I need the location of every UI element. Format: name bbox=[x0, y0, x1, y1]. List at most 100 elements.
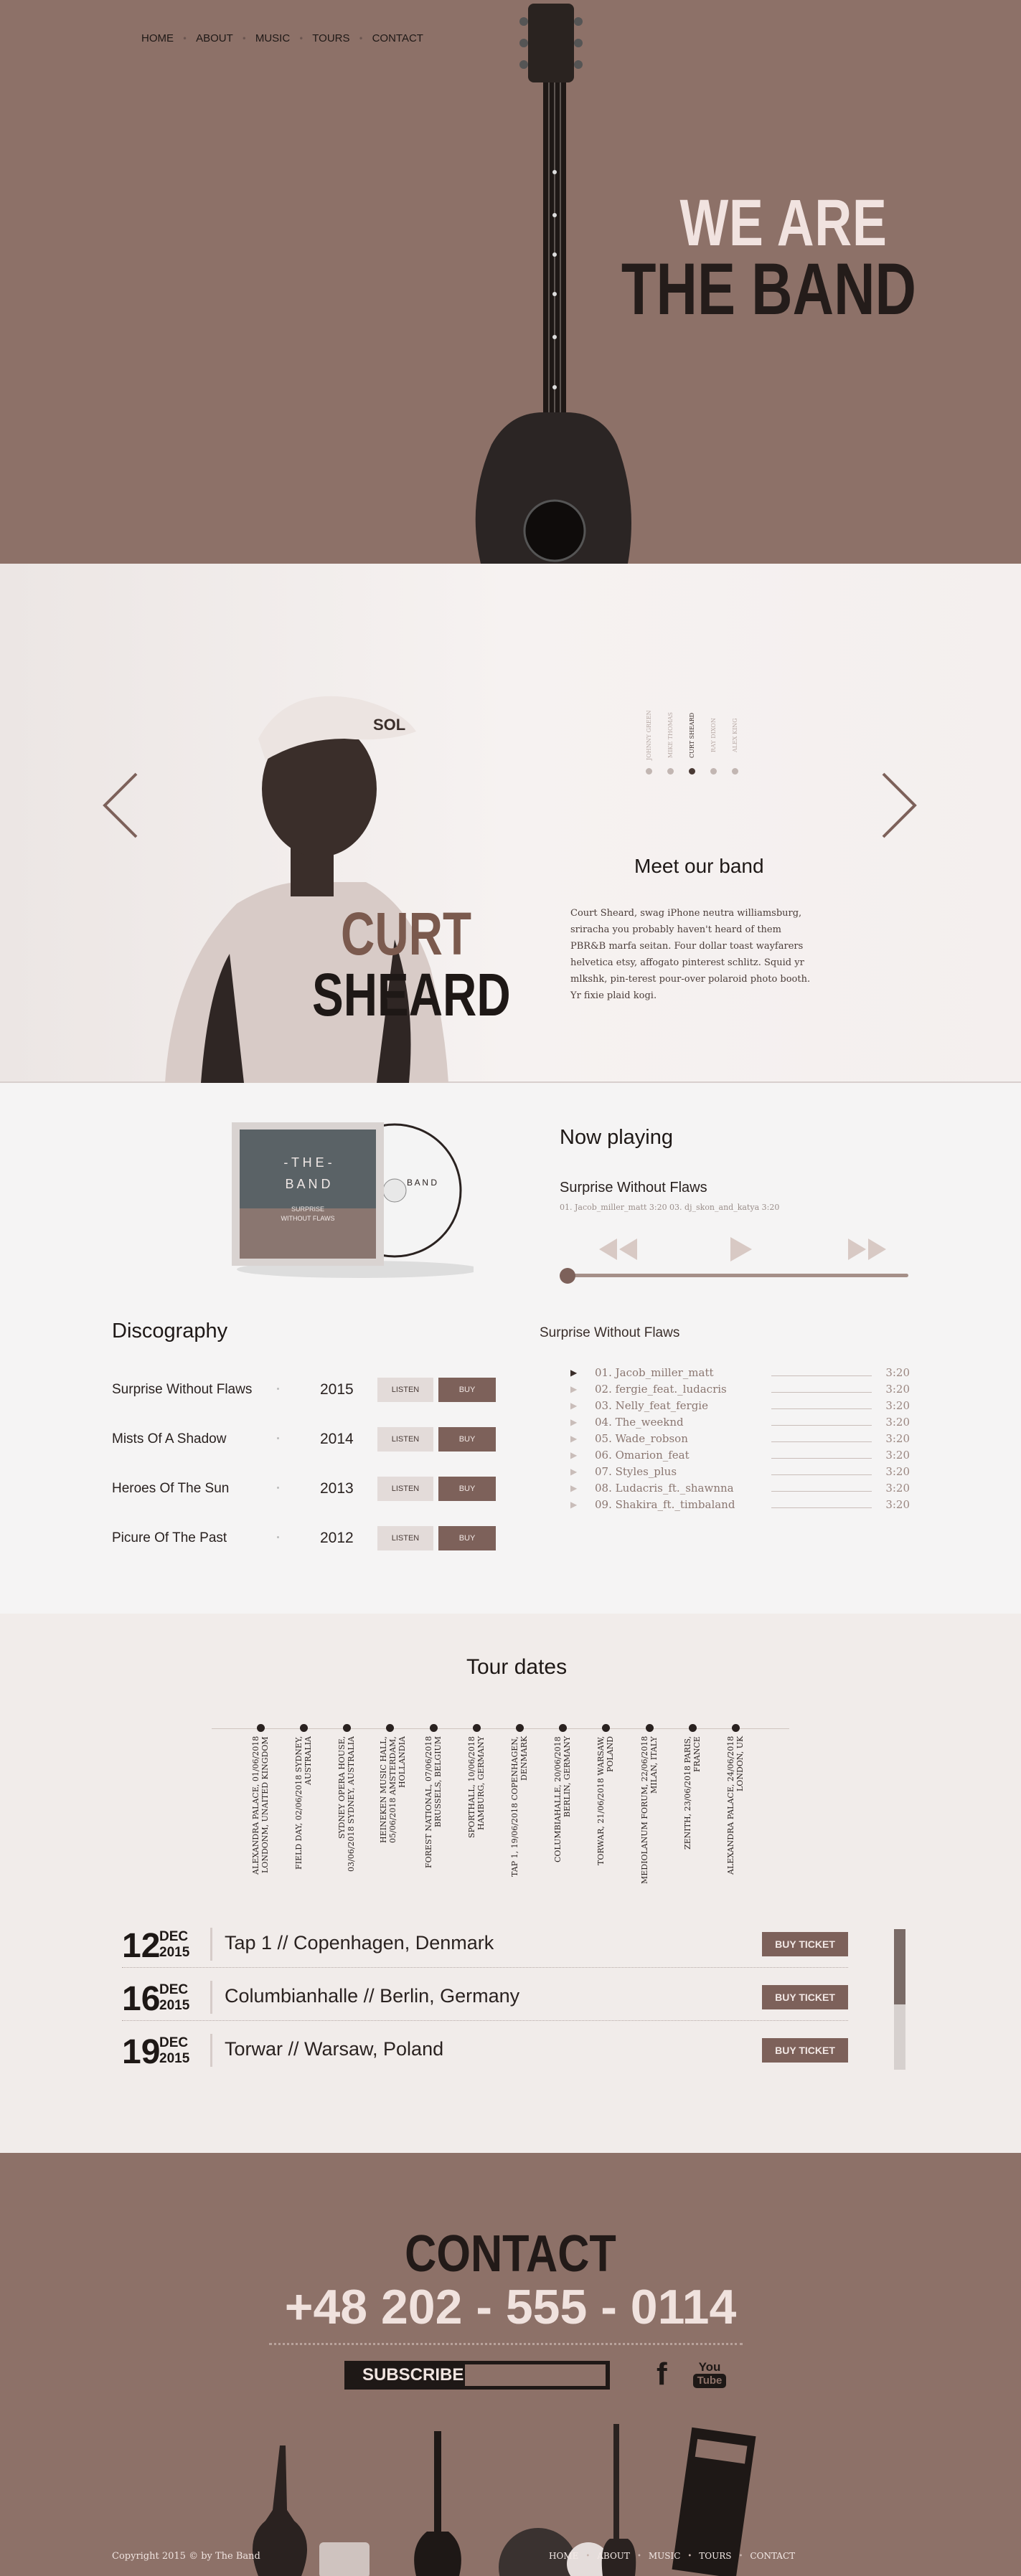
dot-indicator bbox=[731, 768, 738, 775]
track-item[interactable]: ▶ 07. Styles_plus 3:20 bbox=[570, 1465, 910, 1481]
play-icon[interactable]: ▶ bbox=[570, 1417, 577, 1427]
member-dot[interactable]: ALEX KING bbox=[728, 706, 741, 779]
buy-ticket-button[interactable]: BUY TICKET bbox=[762, 1932, 848, 1956]
now-playing-subtitle: 01. Jacob_miller_matt 3:20 03. dj_skon_a… bbox=[560, 1203, 780, 1212]
member-dot-active[interactable]: CURT SHEARD bbox=[685, 706, 698, 779]
scrollbar-thumb[interactable] bbox=[894, 1929, 905, 2004]
timeline-item[interactable]: ALEXANDRA PALACE, 01/06/2018 LONDONM, UN… bbox=[250, 1724, 271, 1887]
track-name: 07. Styles_plus bbox=[595, 1465, 677, 1478]
timeline-item[interactable]: SPORTHALL, 10/06/2018 HAMBURG, GERMANY bbox=[466, 1724, 487, 1887]
listen-button[interactable]: LISTEN bbox=[377, 1427, 433, 1452]
track-item[interactable]: ▶ 03. Nelly_feat_fergie 3:20 bbox=[570, 1399, 910, 1415]
tour-title: Tour dates bbox=[466, 1655, 568, 1679]
play-icon[interactable]: ▶ bbox=[570, 1434, 577, 1444]
tour-year: 2015 bbox=[159, 1945, 190, 1960]
footer-nav-about[interactable]: ABOUT bbox=[597, 2551, 630, 2562]
nav-contact[interactable]: CONTACT bbox=[372, 32, 423, 45]
member-dots-nav: JOHNNY GREEN MIKE THOMAS CURT SHEARD RAY… bbox=[642, 706, 738, 814]
timeline-label: TAP 1, 19/06/2018 COPENHAGEN, DENMARK bbox=[510, 1736, 529, 1877]
album-title-text: B A N D bbox=[285, 1177, 330, 1191]
album-name: Surprise Without Flaws bbox=[112, 1382, 253, 1397]
play-icon[interactable]: ▶ bbox=[570, 1368, 577, 1378]
tour-divider bbox=[210, 2034, 212, 2067]
member-dot[interactable]: RAY DIXON bbox=[707, 706, 720, 779]
nav-music[interactable]: MUSIC bbox=[255, 32, 290, 45]
tour-scrollbar[interactable] bbox=[894, 1929, 905, 2070]
progress-knob[interactable] bbox=[560, 1268, 575, 1284]
timeline-dot bbox=[601, 1724, 610, 1732]
nav-about[interactable]: ABOUT bbox=[196, 32, 233, 45]
progress-bar[interactable] bbox=[567, 1274, 908, 1277]
footer-nav-home[interactable]: HOME bbox=[549, 2551, 578, 2562]
footer-nav-music[interactable]: MUSIC bbox=[649, 2551, 681, 2562]
timeline-item[interactable]: HEINEKEN MUSIC HALL, 05/06/2018 AMSTERDA… bbox=[379, 1724, 407, 1887]
play-icon[interactable]: ▶ bbox=[570, 1401, 577, 1411]
buy-ticket-button[interactable]: BUY TICKET bbox=[762, 2038, 848, 2063]
timeline-item[interactable]: TAP 1, 19/06/2018 COPENHAGEN, DENMARK bbox=[509, 1724, 530, 1887]
footer-nav-tours[interactable]: TOURS bbox=[699, 2551, 731, 2562]
member-dot[interactable]: MIKE THOMAS bbox=[664, 706, 677, 779]
nav-home[interactable]: HOME bbox=[141, 32, 174, 45]
listen-button[interactable]: LISTEN bbox=[377, 1378, 433, 1402]
rewind-icon[interactable] bbox=[599, 1239, 637, 1260]
track-time: 3:20 bbox=[885, 1383, 910, 1396]
nav-tours[interactable]: TOURS bbox=[312, 32, 349, 45]
forward-icon[interactable] bbox=[848, 1239, 886, 1260]
footer-nav: HOME • ABOUT • MUSIC • TOURS • CONTACT bbox=[549, 2551, 795, 2562]
timeline-item[interactable]: ZENITH, 23/06/2018 PARIS, FRANCE bbox=[682, 1724, 703, 1887]
timeline-item[interactable]: MEDIOLANUM FORUM, 22/06/2018 MILAN, ITAL… bbox=[639, 1724, 660, 1887]
subscribe-input[interactable] bbox=[465, 2364, 606, 2386]
timeline-label: ALEXANDRA PALACE, 01/06/2018 LONDONM, UN… bbox=[251, 1736, 270, 1875]
play-icon[interactable]: ▶ bbox=[570, 1450, 577, 1460]
footer-nav-contact[interactable]: CONTACT bbox=[750, 2551, 795, 2562]
buy-button[interactable]: BUY bbox=[438, 1427, 496, 1452]
listen-button[interactable]: LISTEN bbox=[377, 1477, 433, 1501]
track-item[interactable]: ▶ 06. Omarion_feat 3:20 bbox=[570, 1449, 910, 1464]
timeline-item[interactable]: COLUMBIAHALLE, 20/06/2018 BERLIN, GERMAN… bbox=[552, 1724, 573, 1887]
member-last-name: SHEARD bbox=[312, 961, 511, 1028]
divider-dot bbox=[277, 1536, 279, 1538]
album-sub-text: SURPRISE bbox=[291, 1206, 324, 1213]
buy-button[interactable]: BUY bbox=[438, 1526, 496, 1550]
member-dot-label: MIKE THOMAS bbox=[667, 711, 674, 759]
next-arrow-icon[interactable] bbox=[879, 771, 919, 840]
timeline-label: MEDIOLANUM FORUM, 22/06/2018 MILAN, ITAL… bbox=[640, 1736, 659, 1885]
track-item[interactable]: ▶ 02. fergie_feat._ludacris 3:20 bbox=[570, 1383, 910, 1398]
play-icon[interactable]: ▶ bbox=[570, 1384, 577, 1394]
album-row: Mists Of A Shadow 2014 LISTEN BUY bbox=[112, 1427, 499, 1452]
buy-button[interactable]: BUY bbox=[438, 1477, 496, 1501]
album-title-text: - T H E - bbox=[283, 1155, 331, 1170]
prev-arrow-icon[interactable] bbox=[100, 771, 141, 840]
play-icon[interactable] bbox=[730, 1237, 752, 1261]
track-item[interactable]: ▶ 09. Shakira_ft._timbaland 3:20 bbox=[570, 1498, 910, 1514]
play-icon[interactable]: ▶ bbox=[570, 1467, 577, 1477]
timeline-item[interactable]: FIELD DAY, 02/06/2018 SYDNEY, AUSTRALIA bbox=[293, 1724, 314, 1887]
track-item[interactable]: ▶ 01. Jacob_miller_matt 3:20 bbox=[570, 1366, 910, 1382]
track-name: 05. Wade_robson bbox=[595, 1432, 688, 1445]
listen-button[interactable]: LISTEN bbox=[377, 1526, 433, 1550]
subscribe-button[interactable]: SUBSCRIBE bbox=[362, 2365, 464, 2385]
dot-indicator bbox=[688, 768, 695, 775]
track-name: 01. Jacob_miller_matt bbox=[595, 1366, 714, 1379]
play-icon[interactable]: ▶ bbox=[570, 1483, 577, 1493]
member-dot[interactable]: JOHNNY GREEN bbox=[642, 706, 655, 779]
timeline-label: ZENITH, 23/06/2018 PARIS, FRANCE bbox=[683, 1736, 702, 1850]
buy-button[interactable]: BUY bbox=[438, 1378, 496, 1402]
track-item[interactable]: ▶ 05. Wade_robson 3:20 bbox=[570, 1432, 910, 1448]
tour-year: 2015 bbox=[159, 1998, 190, 2013]
track-item[interactable]: ▶ 08. Ludacris_ft._shawnna 3:20 bbox=[570, 1482, 910, 1497]
timeline-item[interactable]: TORWAR, 21/06/2018 WARSAW, POLAND bbox=[595, 1724, 616, 1887]
track-time: 3:20 bbox=[885, 1416, 910, 1429]
buy-ticket-button[interactable]: BUY TICKET bbox=[762, 1985, 848, 2009]
timeline-item[interactable]: SYDNEY OPERA HOUSE, 03/06/2018 SYDNEY, A… bbox=[336, 1724, 357, 1887]
timeline-dot bbox=[515, 1724, 524, 1732]
timeline-item[interactable]: ALEXANDRA PALACE, 24/06/2018 LONDON, UK bbox=[725, 1724, 746, 1887]
album-name: Picure Of The Past bbox=[112, 1530, 227, 1545]
youtube-icon[interactable]: You Tube bbox=[693, 2361, 726, 2388]
facebook-icon[interactable]: f bbox=[657, 2357, 667, 2392]
nav-separator: • bbox=[182, 34, 188, 44]
album-year: 2015 bbox=[320, 1381, 354, 1398]
timeline-item[interactable]: FOREST NATIONAL, 07/06/2018 BRUSSELS, BE… bbox=[423, 1724, 444, 1887]
play-icon[interactable]: ▶ bbox=[570, 1500, 577, 1510]
track-item[interactable]: ▶ 04. The_weeknd 3:20 bbox=[570, 1416, 910, 1431]
